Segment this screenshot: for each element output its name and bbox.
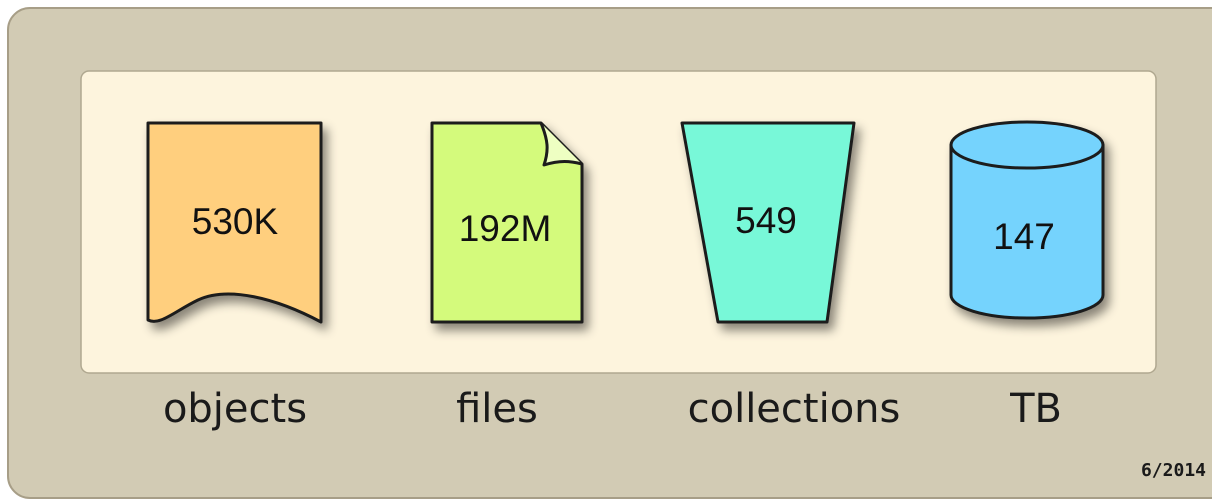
objects-value: 530K bbox=[192, 201, 279, 242]
stats-panel: 530K 192M 549 147 objects files collecti… bbox=[0, 0, 1212, 500]
stats-diagram: 530K 192M 549 147 objects files collecti… bbox=[7, 7, 1212, 499]
collections-label: collections bbox=[688, 386, 901, 432]
collections-value: 549 bbox=[735, 200, 797, 241]
files-value: 192M bbox=[459, 208, 552, 249]
date-label: 6/2014 bbox=[1141, 460, 1206, 481]
files-label: files bbox=[456, 386, 538, 432]
objects-label: objects bbox=[163, 386, 307, 432]
tb-value: 147 bbox=[993, 216, 1055, 257]
tb-label: TB bbox=[1009, 386, 1062, 432]
